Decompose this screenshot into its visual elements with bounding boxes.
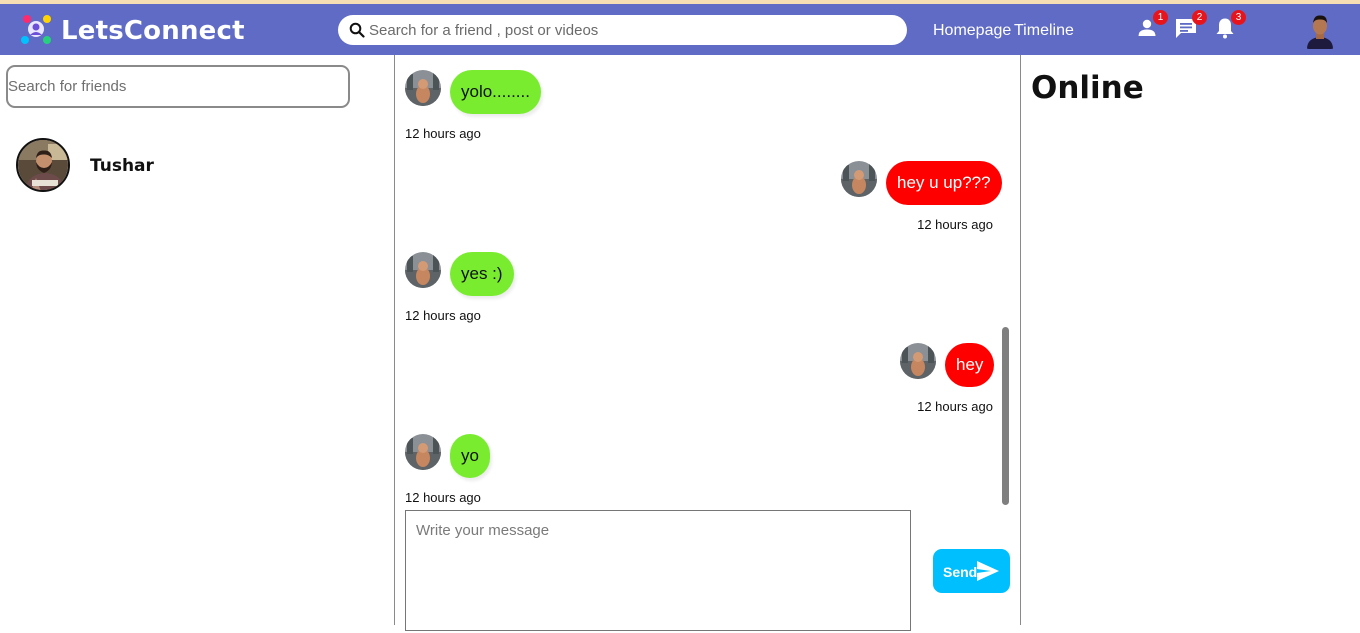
- message-timestamp: 12 hours ago: [405, 308, 481, 323]
- message-bubble: hey u up???: [886, 161, 1002, 205]
- friend-avatar: [16, 138, 70, 192]
- send-button-label: Send: [943, 564, 978, 580]
- chat-scrollbar[interactable]: [1002, 327, 1009, 505]
- friend-requests-badge: 1: [1153, 10, 1168, 25]
- top-navbar: LetsConnect Homepage Timeline 1 2 3: [0, 4, 1360, 55]
- message-avatar: [405, 70, 441, 106]
- message-avatar: [900, 343, 936, 379]
- logo-icon[interactable]: [19, 13, 53, 47]
- message-avatar: [841, 161, 877, 197]
- notifications-badge: 3: [1231, 10, 1246, 25]
- online-title: Online: [1031, 70, 1144, 106]
- friend-name: Tushar: [90, 156, 154, 176]
- friend-requests-button[interactable]: 1: [1135, 10, 1168, 42]
- message-received: yes :) 12 hours ago: [405, 252, 705, 332]
- message-received: yolo........ 12 hours ago: [405, 70, 705, 150]
- send-icon: [977, 561, 999, 581]
- brand-name[interactable]: LetsConnect: [61, 16, 245, 46]
- message-bubble: yolo........: [450, 70, 541, 114]
- message-avatar: [405, 252, 441, 288]
- message-input[interactable]: [405, 510, 911, 631]
- right-divider: [1020, 55, 1021, 625]
- message-bubble: hey: [945, 343, 995, 387]
- message-bubble: yo: [450, 434, 490, 478]
- profile-avatar[interactable]: [1305, 11, 1335, 49]
- notifications-button[interactable]: 3: [1213, 10, 1246, 42]
- message-timestamp: 12 hours ago: [917, 399, 993, 414]
- friend-item[interactable]: Tushar: [14, 137, 374, 193]
- message-sent: hey u up??? 12 hours ago: [841, 161, 1002, 241]
- messages-button[interactable]: 2: [1174, 10, 1207, 42]
- message-bubble: yes :): [450, 252, 514, 296]
- message-timestamp: 12 hours ago: [405, 490, 481, 505]
- nav-timeline-link[interactable]: Timeline: [1014, 22, 1074, 40]
- message-received: yo 12 hours ago: [405, 434, 705, 505]
- message-avatar: [405, 434, 441, 470]
- messages-badge: 2: [1192, 10, 1207, 25]
- search-icon: [349, 22, 365, 38]
- nav-homepage-link[interactable]: Homepage: [933, 22, 1011, 40]
- chat-messages: yolo........ 12 hours ago hey u up??? 12…: [395, 55, 1020, 505]
- send-button[interactable]: Send: [933, 549, 1010, 593]
- global-search: [338, 15, 907, 45]
- friend-search-input[interactable]: [6, 65, 350, 108]
- message-timestamp: 12 hours ago: [405, 126, 481, 141]
- global-search-input[interactable]: [369, 19, 889, 41]
- message-sent: hey 12 hours ago: [900, 343, 995, 423]
- message-timestamp: 12 hours ago: [917, 217, 993, 232]
- friends-sidebar: Tushar: [0, 55, 394, 633]
